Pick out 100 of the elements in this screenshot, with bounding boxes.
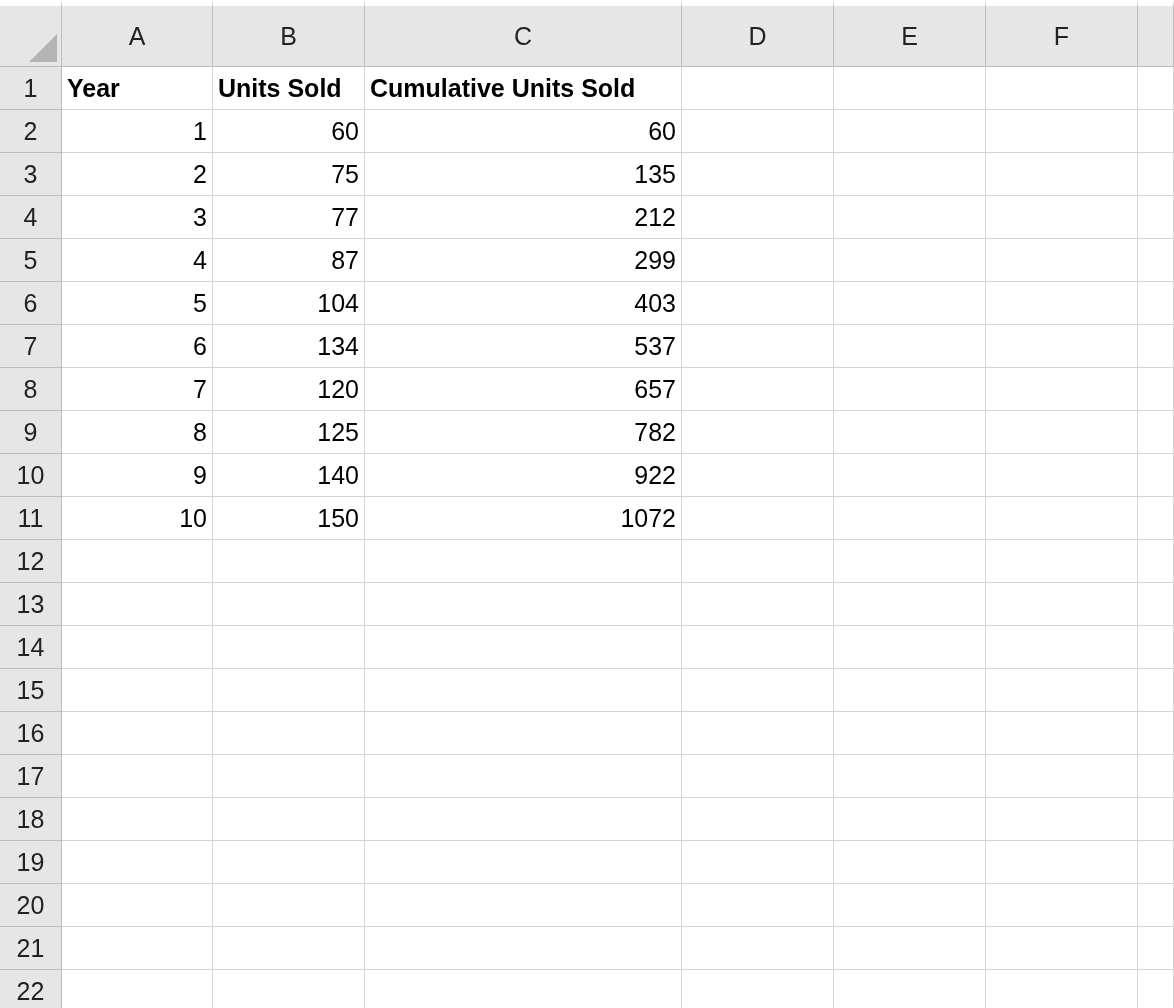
empty-cell[interactable] bbox=[682, 626, 834, 669]
empty-cell[interactable] bbox=[365, 669, 682, 712]
empty-cell[interactable] bbox=[1138, 712, 1174, 755]
empty-cell[interactable] bbox=[986, 669, 1138, 712]
empty-cell[interactable] bbox=[986, 626, 1138, 669]
empty-cell[interactable] bbox=[1138, 927, 1174, 970]
empty-cell[interactable] bbox=[986, 540, 1138, 583]
empty-cell[interactable] bbox=[986, 755, 1138, 798]
row-header[interactable]: 7 bbox=[0, 325, 62, 368]
empty-cell[interactable] bbox=[834, 368, 986, 411]
row-header[interactable]: 16 bbox=[0, 712, 62, 755]
empty-cell[interactable] bbox=[1138, 239, 1174, 282]
empty-cell[interactable] bbox=[834, 67, 986, 110]
empty-cell[interactable] bbox=[834, 454, 986, 497]
empty-cell[interactable] bbox=[1138, 583, 1174, 626]
empty-cell[interactable] bbox=[365, 884, 682, 927]
empty-cell[interactable] bbox=[213, 927, 365, 970]
row-header[interactable]: 22 bbox=[0, 970, 62, 1008]
empty-cell[interactable] bbox=[1138, 454, 1174, 497]
empty-cell[interactable] bbox=[682, 239, 834, 282]
empty-cell[interactable] bbox=[682, 712, 834, 755]
empty-cell[interactable] bbox=[1138, 282, 1174, 325]
empty-cell[interactable] bbox=[1138, 626, 1174, 669]
empty-cell[interactable] bbox=[986, 927, 1138, 970]
empty-cell[interactable] bbox=[365, 583, 682, 626]
empty-cell[interactable] bbox=[1138, 755, 1174, 798]
empty-cell[interactable] bbox=[834, 497, 986, 540]
empty-cell[interactable] bbox=[365, 798, 682, 841]
column-header[interactable]: F bbox=[986, 0, 1138, 67]
empty-cell[interactable] bbox=[365, 927, 682, 970]
empty-cell[interactable] bbox=[986, 368, 1138, 411]
empty-cell[interactable] bbox=[834, 884, 986, 927]
row-header[interactable]: 3 bbox=[0, 153, 62, 196]
empty-cell[interactable] bbox=[834, 153, 986, 196]
empty-cell[interactable] bbox=[213, 540, 365, 583]
empty-cell[interactable] bbox=[834, 583, 986, 626]
empty-cell[interactable] bbox=[986, 411, 1138, 454]
empty-cell[interactable] bbox=[682, 798, 834, 841]
empty-cell[interactable] bbox=[834, 411, 986, 454]
empty-cell[interactable] bbox=[682, 411, 834, 454]
empty-cell[interactable] bbox=[682, 110, 834, 153]
row-header[interactable]: 19 bbox=[0, 841, 62, 884]
empty-cell[interactable] bbox=[834, 325, 986, 368]
empty-cell[interactable] bbox=[682, 67, 834, 110]
empty-cell[interactable] bbox=[1138, 540, 1174, 583]
empty-cell[interactable] bbox=[1138, 153, 1174, 196]
column-header[interactable]: C bbox=[365, 0, 682, 67]
empty-cell[interactable] bbox=[213, 626, 365, 669]
empty-cell[interactable] bbox=[834, 755, 986, 798]
empty-cell[interactable] bbox=[986, 239, 1138, 282]
empty-cell[interactable] bbox=[986, 196, 1138, 239]
empty-cell[interactable] bbox=[834, 712, 986, 755]
row-header[interactable]: 6 bbox=[0, 282, 62, 325]
empty-cell[interactable] bbox=[682, 583, 834, 626]
empty-cell[interactable] bbox=[986, 841, 1138, 884]
row-header[interactable]: 1 bbox=[0, 67, 62, 110]
empty-cell[interactable] bbox=[986, 325, 1138, 368]
row-header[interactable]: 17 bbox=[0, 755, 62, 798]
empty-cell[interactable] bbox=[682, 497, 834, 540]
empty-cell[interactable] bbox=[986, 497, 1138, 540]
empty-cell[interactable] bbox=[682, 454, 834, 497]
empty-cell[interactable] bbox=[213, 712, 365, 755]
empty-cell[interactable] bbox=[986, 712, 1138, 755]
empty-cell[interactable] bbox=[1138, 841, 1174, 884]
empty-cell[interactable] bbox=[682, 325, 834, 368]
column-header[interactable]: D bbox=[682, 0, 834, 67]
empty-cell[interactable] bbox=[986, 282, 1138, 325]
empty-cell[interactable] bbox=[682, 927, 834, 970]
empty-cell[interactable] bbox=[834, 626, 986, 669]
empty-cell[interactable] bbox=[986, 454, 1138, 497]
empty-cell[interactable] bbox=[365, 755, 682, 798]
empty-cell[interactable] bbox=[834, 239, 986, 282]
empty-cell[interactable] bbox=[682, 841, 834, 884]
column-header[interactable]: A bbox=[62, 0, 213, 67]
empty-cell[interactable] bbox=[1138, 411, 1174, 454]
empty-cell[interactable] bbox=[1138, 196, 1174, 239]
empty-cell[interactable] bbox=[834, 282, 986, 325]
empty-cell[interactable] bbox=[682, 196, 834, 239]
empty-cell[interactable] bbox=[682, 368, 834, 411]
column-header[interactable]: E bbox=[834, 0, 986, 67]
empty-cell[interactable] bbox=[834, 540, 986, 583]
empty-cell[interactable] bbox=[365, 841, 682, 884]
empty-cell[interactable] bbox=[682, 540, 834, 583]
row-header[interactable]: 9 bbox=[0, 411, 62, 454]
empty-cell[interactable] bbox=[1138, 110, 1174, 153]
row-header[interactable]: 2 bbox=[0, 110, 62, 153]
empty-cell[interactable] bbox=[834, 841, 986, 884]
empty-cell[interactable] bbox=[834, 798, 986, 841]
empty-cell[interactable] bbox=[834, 927, 986, 970]
empty-cell[interactable] bbox=[1138, 497, 1174, 540]
empty-cell[interactable] bbox=[986, 67, 1138, 110]
empty-cell[interactable] bbox=[986, 583, 1138, 626]
empty-cell[interactable] bbox=[213, 798, 365, 841]
empty-cell[interactable] bbox=[365, 626, 682, 669]
empty-cell[interactable] bbox=[682, 153, 834, 196]
empty-cell[interactable] bbox=[1138, 669, 1174, 712]
empty-cell[interactable] bbox=[986, 798, 1138, 841]
empty-cell[interactable] bbox=[213, 583, 365, 626]
empty-cell[interactable] bbox=[834, 110, 986, 153]
empty-cell[interactable] bbox=[682, 884, 834, 927]
